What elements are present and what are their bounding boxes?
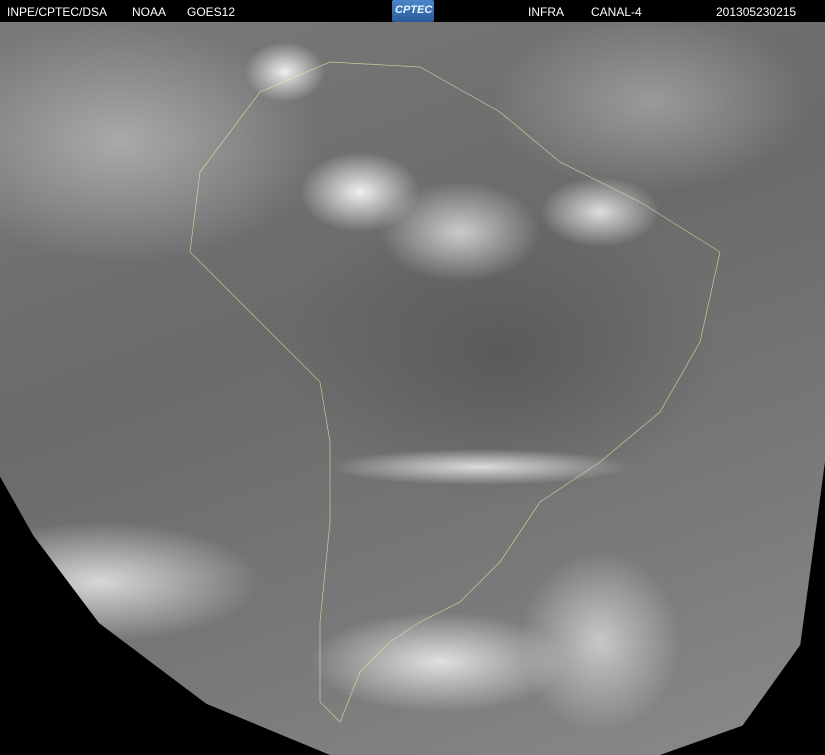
- band-label: INFRA: [528, 5, 564, 19]
- satellite-label: GOES12: [187, 5, 236, 19]
- timestamp-label: 201305230215: [716, 5, 797, 19]
- cptec-logo: CPTEC: [392, 0, 434, 22]
- source-label: INPE/CPTEC/DSA: [7, 5, 108, 19]
- satellite-image-viewer: INPE/CPTEC/DSA NOAA GOES12 CPTEC INFRA C…: [0, 0, 825, 755]
- south-america-outline: [189, 61, 721, 723]
- logo-text: CPTEC: [395, 4, 433, 16]
- header-bar: INPE/CPTEC/DSA NOAA GOES12 CPTEC INFRA C…: [0, 0, 825, 22]
- coastline-overlay: [189, 61, 721, 723]
- agency-label: NOAA: [132, 5, 167, 19]
- channel-label: CANAL-4: [591, 5, 642, 19]
